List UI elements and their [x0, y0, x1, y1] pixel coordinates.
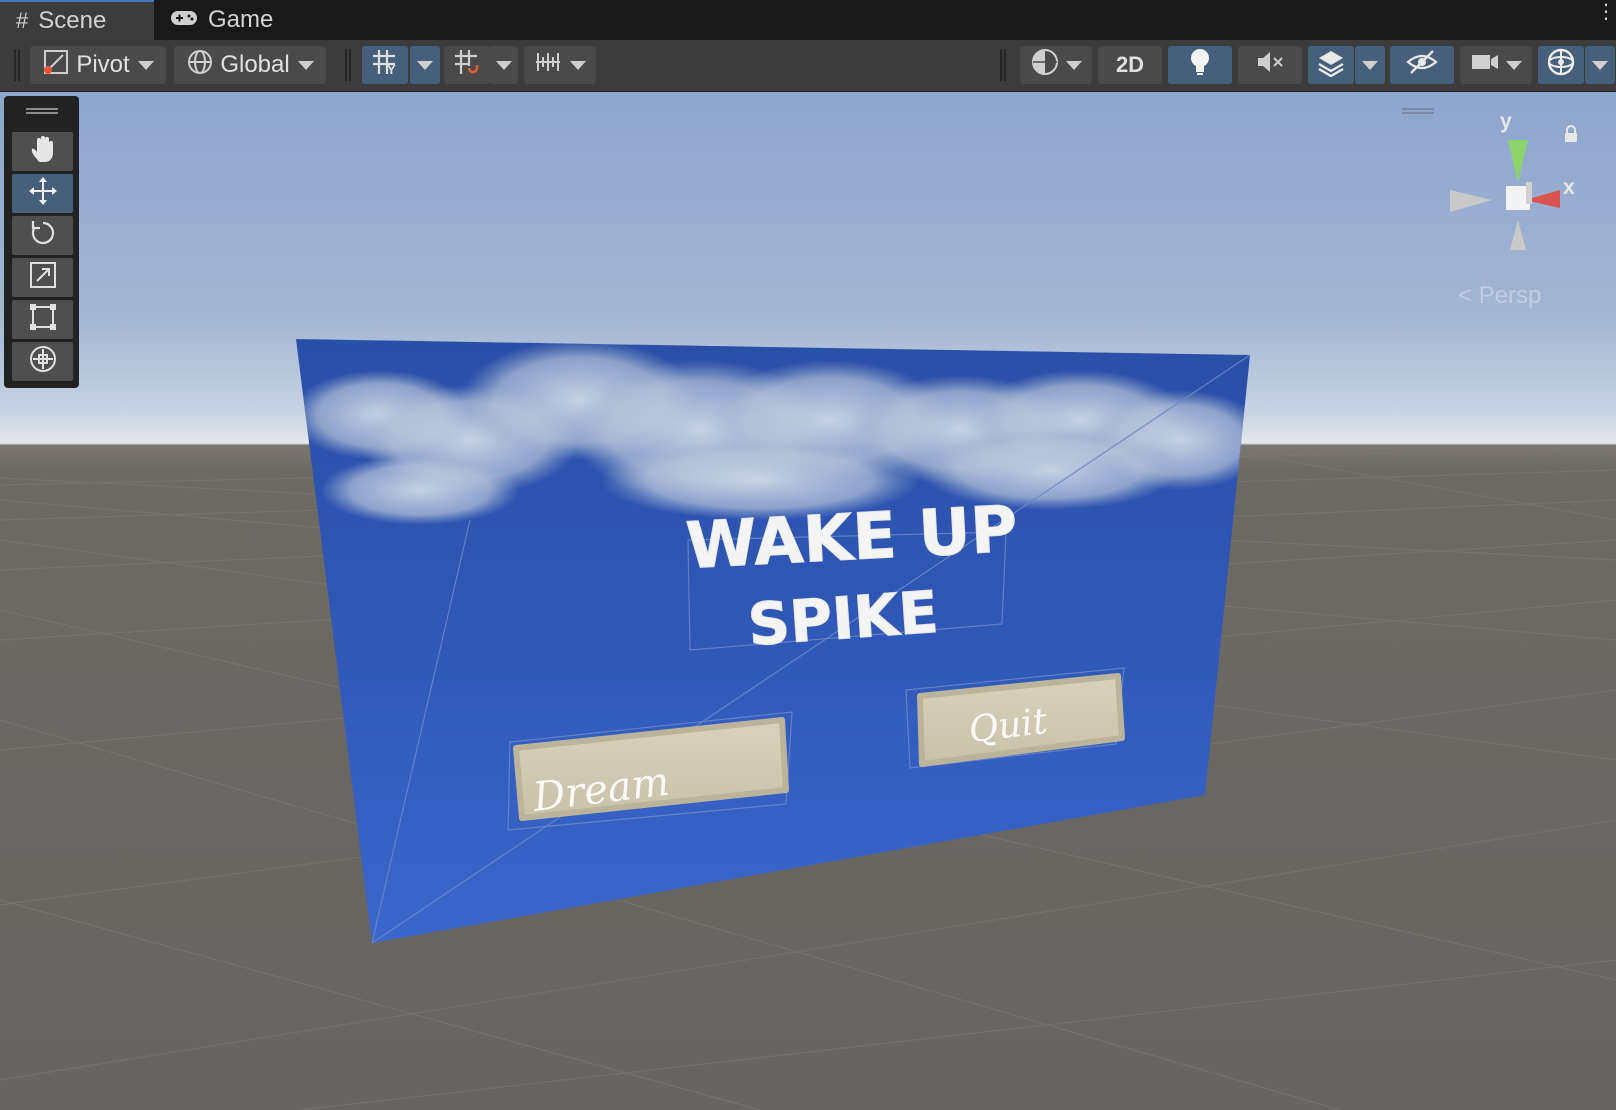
gizmos-dropdown[interactable] [1585, 46, 1615, 84]
chevron-down-icon [1592, 60, 1608, 70]
snap-settings-dropdown[interactable] [524, 46, 596, 84]
global-dropdown[interactable]: Global [174, 46, 326, 84]
layers-effects-icon [1316, 47, 1346, 84]
tab-game[interactable]: Game [168, 0, 273, 40]
shading-sphere-icon [1030, 47, 1060, 84]
toggle-2d-label: 2D [1115, 52, 1145, 77]
mute-speaker-icon [1255, 49, 1285, 82]
rect-tool-button[interactable] [12, 300, 73, 339]
gamepad-icon [170, 6, 198, 34]
more-options-icon[interactable]: ⋮ [1596, 2, 1616, 22]
rect-transform-icon [27, 301, 59, 338]
toolbar-grip[interactable] [14, 49, 20, 81]
toolbar-grip[interactable] [345, 49, 351, 81]
scene-viewport[interactable]: WAKE UP SPIKE Dream Quit [0, 92, 1616, 1110]
transform-tool-button[interactable] [12, 342, 73, 381]
unity-scene-view: # Scene Game ⋮ Pivot Global Y 2D WAKE UP… [0, 0, 1616, 1110]
move-tool-button[interactable] [12, 174, 73, 213]
scene-toolbar: Pivot Global Y 2D [0, 40, 1616, 92]
audio-toggle[interactable] [1238, 46, 1302, 84]
projection-label: Persp [1478, 282, 1542, 309]
rotate-tool-button[interactable] [12, 216, 73, 255]
rotate-icon [27, 217, 59, 254]
tools-overlay-grip[interactable] [26, 108, 58, 114]
global-label: Global [220, 51, 290, 78]
toggle-2d-button[interactable]: 2D [1098, 46, 1162, 84]
grid-snap-icon: Y [370, 47, 400, 84]
toolbar-grip[interactable] [1000, 49, 1006, 81]
tab-game-label: Game [208, 6, 274, 33]
lighting-toggle[interactable] [1168, 46, 1232, 84]
gizmo-axes-icon [1450, 140, 1560, 250]
eye-hidden-icon [1406, 49, 1438, 82]
tab-scene[interactable]: # Scene [0, 0, 154, 40]
chevron-down-icon [496, 60, 512, 70]
chevron-down-icon [1506, 60, 1522, 70]
tab-bar: # Scene Game ⋮ [0, 0, 1616, 40]
transform-icon [27, 343, 59, 380]
chevron-down-icon [570, 60, 586, 70]
orientation-gizmo[interactable]: y x < Persp [1440, 110, 1610, 320]
chevron-down-icon [1066, 60, 1082, 70]
effects-dropdown[interactable] [1355, 46, 1385, 84]
increment-snap-dropdown[interactable] [490, 46, 518, 84]
projection-toggle[interactable]: < Persp [1458, 282, 1541, 310]
svg-text:Y: Y [387, 62, 396, 77]
snap-magnet-icon [452, 47, 482, 84]
grid-hash-icon: # [16, 8, 29, 33]
scale-icon [27, 259, 59, 296]
camera-icon [1470, 51, 1500, 80]
gizmos-toggle[interactable] [1538, 46, 1584, 84]
tab-scene-label: Scene [38, 7, 107, 34]
lightbulb-icon [1187, 47, 1213, 84]
globe-icon [186, 48, 214, 83]
scene-visibility-toggle[interactable] [1390, 46, 1454, 84]
hand-tool-button[interactable] [12, 132, 73, 171]
pivot-icon [42, 48, 70, 83]
effects-toggle[interactable] [1308, 46, 1354, 84]
gizmo-grip[interactable] [1402, 108, 1434, 114]
gizmo-globe-icon [1545, 46, 1577, 85]
scale-tool-button[interactable] [12, 258, 73, 297]
pivot-label: Pivot [76, 51, 130, 78]
title-line2: SPIKE [746, 578, 941, 659]
chevron-down-icon [137, 60, 154, 70]
chevron-down-icon [417, 60, 433, 70]
grid-snap-toggle[interactable]: Y [362, 46, 408, 84]
tools-overlay [4, 96, 79, 388]
hand-icon [27, 133, 59, 170]
chevron-down-icon [297, 60, 314, 70]
chevron-down-icon [1362, 60, 1378, 70]
ruler-icon [534, 49, 562, 82]
chevron-left-icon: < [1458, 282, 1473, 309]
camera-settings-dropdown[interactable] [1460, 46, 1532, 84]
draw-mode-dropdown[interactable] [1020, 46, 1092, 84]
scene-render: WAKE UP SPIKE Dream Quit [0, 339, 1616, 1110]
move-arrows-icon [27, 175, 59, 212]
increment-snap-toggle[interactable] [444, 46, 490, 84]
grid-snap-dropdown[interactable] [410, 46, 440, 84]
pivot-dropdown[interactable]: Pivot [30, 46, 166, 84]
